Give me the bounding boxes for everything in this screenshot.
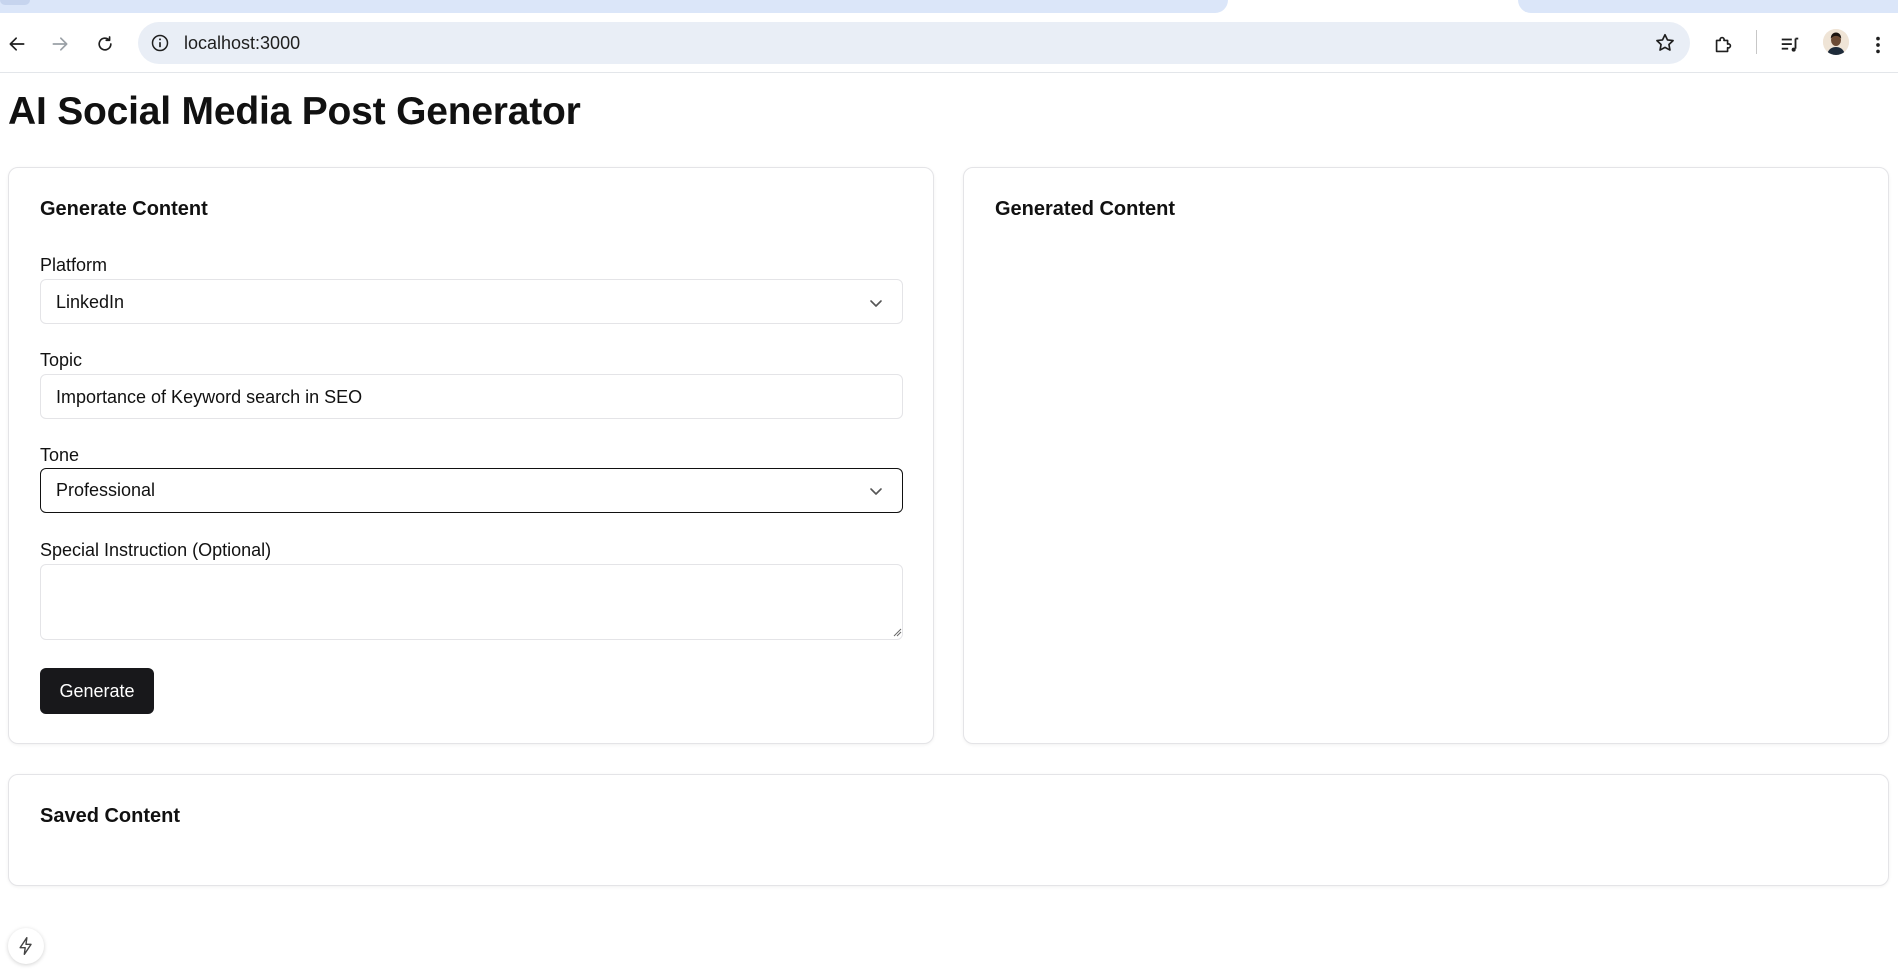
extensions-button[interactable] [1710,32,1736,58]
more-vert-icon [1876,36,1880,54]
browser-toolbar: localhost:3000 [0,20,1898,73]
platform-label: Platform [40,255,108,275]
profile-avatar[interactable] [1823,29,1849,55]
topic-input[interactable]: Importance of Keyword search in SEO [40,374,903,419]
back-button[interactable] [2,29,32,59]
topic-input-value: Importance of Keyword search in SEO [56,387,363,407]
forward-button[interactable] [45,29,75,59]
generated-content-card: Generated Content [963,167,1889,744]
resize-grip-icon[interactable] [892,627,902,637]
address-bar[interactable]: localhost:3000 [138,22,1690,64]
media-playlist-icon [1781,37,1799,52]
platform-select[interactable]: LinkedIn [40,279,903,324]
reload-button[interactable] [90,29,120,59]
platform-selected-value: LinkedIn [56,292,125,312]
more-menu-button[interactable] [1865,32,1891,58]
media-controls-button[interactable] [1777,32,1803,58]
forward-arrow-icon [52,37,68,51]
saved-card-title: Saved Content [40,805,181,827]
chevron-down-icon [870,300,882,307]
lightning-bolt-icon [19,936,32,956]
generated-card-title: Generated Content [995,198,1176,220]
reload-icon [98,36,112,51]
tab-strip [0,0,1898,20]
toolbar-divider [1756,30,1757,54]
tone-selected-value: Professional [56,480,156,500]
site-info-icon[interactable] [150,33,170,53]
back-arrow-icon [9,37,25,51]
page-title: AI Social Media Post Generator [8,90,581,133]
tab-favicon [0,0,30,5]
profile-photo-icon [1823,29,1849,55]
chevron-down-icon [870,488,882,495]
bookmark-star-icon[interactable] [1654,32,1676,54]
address-bar-url[interactable]: localhost:3000 [184,33,300,54]
dev-tools-button[interactable] [8,928,44,964]
saved-content-card: Saved Content [8,774,1889,886]
special-instruction-textarea[interactable] [40,564,903,640]
generate-card-title: Generate Content [40,198,208,220]
generate-content-card: Generate Content Platform LinkedIn Topic… [8,167,934,744]
generate-button[interactable]: Generate [40,668,154,714]
special-instruction-label: Special Instruction (Optional) [40,540,272,560]
inactive-tab-right[interactable] [1518,0,1898,13]
inactive-tab-left[interactable] [0,0,1228,13]
tone-select[interactable]: Professional [40,468,903,513]
topic-label: Topic [40,350,83,370]
extensions-puzzle-icon [1715,36,1732,53]
tone-label: Tone [40,445,80,465]
